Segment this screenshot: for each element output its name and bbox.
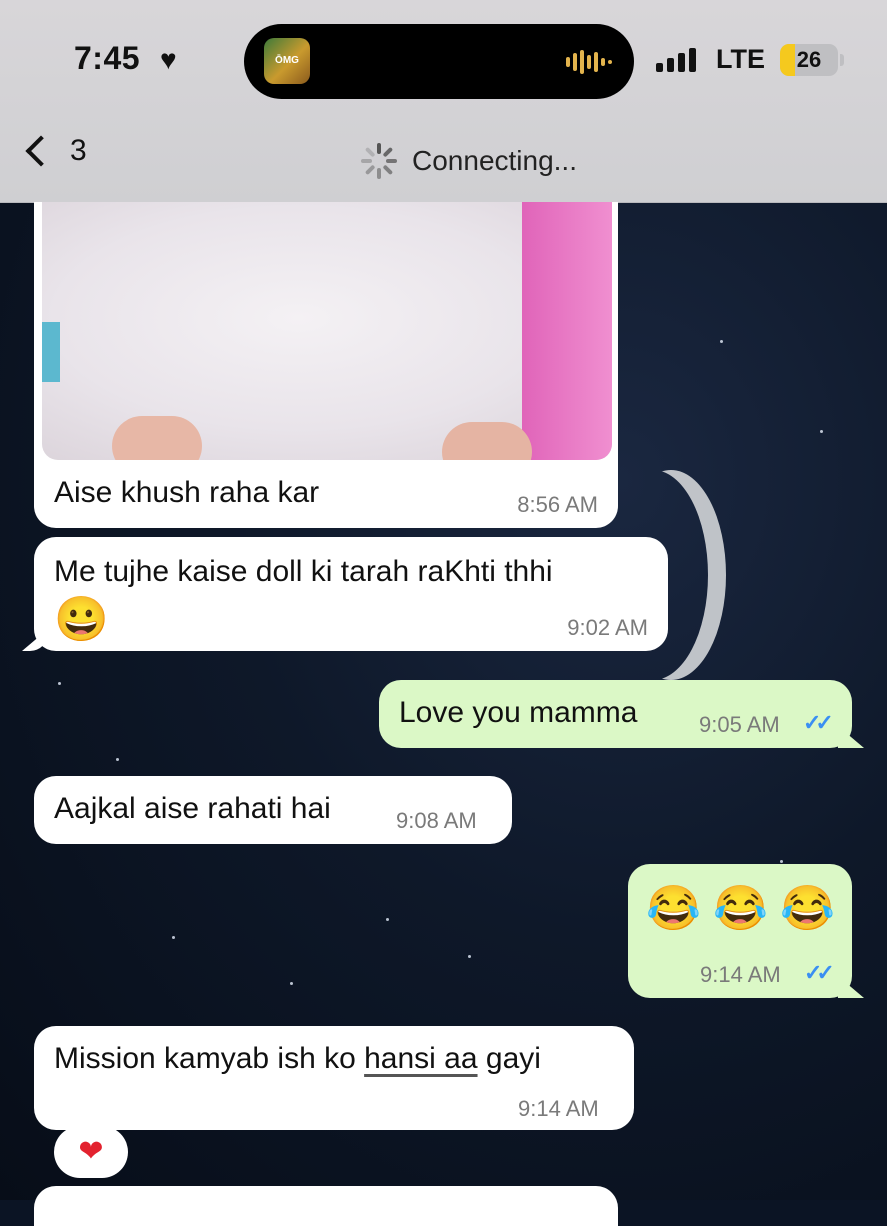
read-receipt-icon: ✓✓: [803, 710, 834, 735]
connection-status: Connecting...: [360, 142, 577, 180]
battery-nub: [840, 54, 844, 66]
clock: 7:45: [74, 40, 141, 76]
star: [720, 340, 723, 343]
message-time: 9:02 AM: [567, 615, 648, 640]
message-text: Me tujhe kaise doll ki tarah raKhti thhi: [54, 555, 553, 588]
message-text: Aajkal aise rahati hai: [54, 792, 331, 825]
message-text: Love you mamma: [399, 696, 638, 729]
message-text-part: gayi: [477, 1042, 541, 1075]
heart-reaction[interactable]: ❤: [54, 1126, 128, 1178]
connection-status-label: Connecting...: [412, 145, 577, 176]
unread-count: 3: [70, 134, 87, 167]
star: [172, 936, 175, 939]
photo-region: [522, 202, 612, 460]
star: [58, 682, 61, 685]
message-text: Aise khush raha kar: [54, 476, 320, 509]
message-photo[interactable]: [42, 202, 612, 460]
message-link-text[interactable]: hansi aa: [364, 1042, 477, 1075]
message-time: 8:56 AM: [517, 492, 598, 517]
message-text-part: Mission kamyab ish ko: [54, 1042, 365, 1075]
spinner-icon: [360, 142, 398, 180]
dynamic-island[interactable]: ŌMG: [244, 24, 634, 99]
status-bar: 7:45 ♥ ŌMG LTE 26 3 Connecting...: [0, 0, 887, 203]
message-bubble-incoming[interactable]: Aise khush raha kar 8:56 AM: [34, 202, 618, 528]
network-type: LTE: [716, 44, 765, 74]
message-time: 9:05 AM: [699, 712, 780, 737]
star: [780, 860, 783, 863]
message-bubble-incoming[interactable]: Me tujhe kaise doll ki tarah raKhti thhi…: [34, 537, 668, 651]
back-button[interactable]: 3: [22, 134, 87, 168]
star: [386, 918, 389, 921]
photo-region: [442, 422, 532, 460]
star: [116, 758, 119, 761]
star: [290, 982, 293, 985]
photo-region: [112, 416, 202, 460]
battery-percent: 26: [796, 47, 822, 72]
message-bubble-incoming[interactable]: Mission kamyab ish ko hansi aa gayi 9:14…: [34, 1026, 634, 1130]
message-bubble-incoming[interactable]: Aajkal aise rahati hai 9:08 AM: [34, 776, 512, 844]
chevron-left-icon: [25, 135, 57, 167]
app-icon: ŌMG: [264, 38, 310, 84]
message-time: 9:14 AM: [518, 1096, 599, 1121]
signal-icon: [656, 48, 696, 72]
battery-icon: 26: [780, 44, 838, 76]
star: [820, 430, 823, 433]
grinning-face-emoji: 😀: [54, 595, 109, 644]
heart-icon: ♥: [160, 44, 177, 75]
photo-region: [42, 322, 60, 382]
star: [468, 955, 471, 958]
message-text: Mission kamyab ish ko hansi aa gayi: [54, 1042, 541, 1076]
message-time: 9:14 AM: [700, 962, 781, 987]
message-bubble-outgoing[interactable]: 😂 😂 😂 9:14 AM ✓✓: [628, 864, 852, 998]
audio-wave-icon: [566, 50, 612, 74]
message-bubble-incoming[interactable]: [34, 1186, 618, 1226]
message-time: 9:08 AM: [396, 808, 477, 833]
read-receipt-icon: ✓✓: [804, 960, 835, 985]
message-bubble-outgoing[interactable]: Love you mamma 9:05 AM ✓✓: [379, 680, 852, 748]
tears-of-joy-emoji: 😂 😂 😂: [646, 884, 835, 933]
